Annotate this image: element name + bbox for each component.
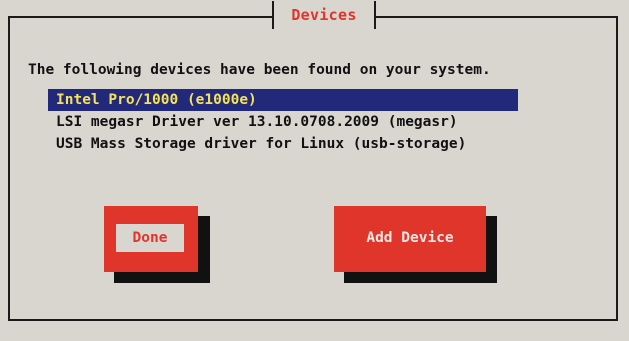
dialog-title-box: Devices xyxy=(272,1,376,29)
device-item-e1000e[interactable]: Intel Pro/1000 (e1000e) xyxy=(48,89,518,111)
intro-text: The following devices have been found on… xyxy=(28,62,491,78)
device-list[interactable]: Intel Pro/1000 (e1000e) LSI megasr Drive… xyxy=(48,89,518,155)
done-button-label: Done xyxy=(116,224,184,252)
add-device-button-label: Add Device xyxy=(366,230,454,246)
device-item-usb-storage[interactable]: USB Mass Storage driver for Linux (usb-s… xyxy=(48,133,518,155)
done-button[interactable]: Done xyxy=(104,206,198,272)
device-item-megasr[interactable]: LSI megasr Driver ver 13.10.0708.2009 (m… xyxy=(48,111,518,133)
dialog-title: Devices xyxy=(291,6,357,24)
add-device-button[interactable]: Add Device xyxy=(334,206,486,272)
installer-screen: Devices The following devices have been … xyxy=(0,0,629,341)
